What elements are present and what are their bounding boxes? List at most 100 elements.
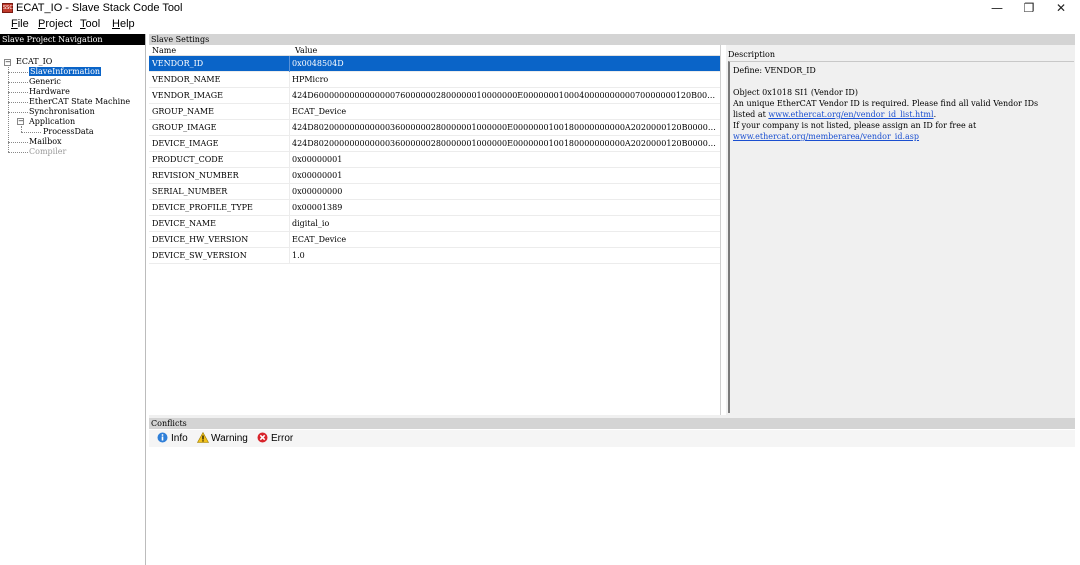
row-name: DEVICE_NAME	[152, 219, 216, 228]
cell-divider	[289, 184, 290, 200]
grid-header: Name Value	[149, 45, 720, 56]
table-row[interactable]: SERIAL_NUMBER 0x00000000	[149, 184, 720, 200]
description-line: listed at www.ethercat.org/en/vendor_id_…	[733, 109, 1071, 120]
row-value[interactable]: 1.0	[292, 248, 717, 264]
tree-root-label: ECAT_IO	[16, 57, 53, 66]
cell-divider	[289, 56, 290, 72]
menu-project[interactable]: Project	[38, 18, 72, 30]
slave-settings-header: Slave Settings	[149, 34, 1075, 45]
menu-file-mnemonic: F	[11, 18, 18, 30]
column-header-value[interactable]: Value	[295, 45, 317, 56]
settings-grid: Name Value VENDOR_ID 0x0048504D VENDOR_NA…	[149, 45, 721, 415]
description-text: .	[933, 110, 937, 119]
table-row[interactable]: GROUP_IMAGE 424D8020000000000003600000028…	[149, 120, 720, 136]
table-row[interactable]: VENDOR_NAME HPMicro	[149, 72, 720, 88]
row-value[interactable]: 0x00000000	[292, 184, 717, 200]
row-value[interactable]: 424D802000000000000360000002800000010000…	[292, 136, 717, 152]
tree-item-mailbox[interactable]: Mailbox	[29, 137, 62, 147]
warning-label: Warning	[211, 433, 248, 444]
table-row[interactable]: DEVICE_PROFILE_TYPE 0x00001389	[149, 200, 720, 216]
description-object: Object 0x1018 SI1 (Vendor ID)	[733, 88, 858, 97]
description-line: www.ethercat.org/memberarea/vendor_id.as…	[733, 131, 1071, 142]
vendor-id-list-link[interactable]: www.ethercat.org/en/vendor_id_list.html	[768, 110, 933, 119]
table-row[interactable]: REVISION_NUMBER 0x00000001	[149, 168, 720, 184]
row-name: VENDOR_NAME	[152, 75, 221, 84]
tree-item-label: Compiler	[29, 147, 67, 156]
collapse-icon[interactable]: −	[17, 118, 24, 125]
tree-item-hardware[interactable]: Hardware	[29, 87, 70, 97]
row-name: VENDOR_ID	[152, 59, 204, 68]
info-icon	[157, 432, 168, 443]
cell-divider	[289, 136, 290, 152]
row-name: REVISION_NUMBER	[152, 171, 239, 180]
table-row[interactable]: PRODUCT_CODE 0x00000001	[149, 152, 720, 168]
tree-root-ecat-io[interactable]: ECAT_IO	[16, 57, 52, 67]
menu-help[interactable]: Help	[112, 18, 135, 30]
tree-item-generic[interactable]: Generic	[29, 77, 61, 87]
tree-connector	[8, 82, 28, 83]
menu-project-label: roject	[45, 18, 73, 30]
tree-item-label: Synchronisation	[29, 107, 95, 116]
tree-item-application[interactable]: Application	[29, 117, 75, 127]
tree-item-processdata[interactable]: ProcessData	[43, 127, 94, 137]
app-icon: SSC	[2, 3, 13, 13]
tree-item-synchronisation[interactable]: Synchronisation	[29, 107, 95, 117]
cell-divider	[289, 168, 290, 184]
close-button[interactable]: ✕	[1044, 0, 1078, 17]
row-name: DEVICE_HW_VERSION	[152, 235, 249, 244]
row-value[interactable]: ECAT_Device	[292, 232, 717, 248]
row-value[interactable]: 424D600000000000000076000000280000001000…	[292, 88, 717, 104]
cell-divider	[289, 232, 290, 248]
grid-rows: VENDOR_ID 0x0048504D VENDOR_NAME HPMicro V…	[149, 56, 720, 264]
table-row[interactable]: DEVICE_HW_VERSION ECAT_Device	[149, 232, 720, 248]
table-row[interactable]: DEVICE_SW_VERSION 1.0	[149, 248, 720, 264]
table-row[interactable]: DEVICE_NAME digital_io	[149, 216, 720, 232]
menu-file[interactable]: File	[11, 18, 29, 30]
row-name: SERIAL_NUMBER	[152, 187, 228, 196]
row-value[interactable]: HPMicro	[292, 72, 717, 88]
tree-item-label: Application	[29, 117, 76, 126]
menu-bar: File Project Tool Help	[0, 17, 1080, 33]
table-row[interactable]: VENDOR_IMAGE 424D600000000000000076000000…	[149, 88, 720, 104]
tree-item-ethercat-state-machine[interactable]: EtherCAT State Machine	[29, 97, 130, 107]
collapse-icon[interactable]: −	[4, 59, 11, 66]
conflicts-list[interactable]	[149, 447, 1075, 565]
tree-connector	[8, 67, 9, 152]
tree-item-compiler[interactable]: Compiler	[29, 147, 66, 157]
tree-item-label: Hardware	[29, 87, 70, 96]
error-filter-button[interactable]: Error	[257, 432, 293, 445]
tree-connector	[8, 112, 28, 113]
minimize-button[interactable]: —	[980, 0, 1014, 17]
row-value[interactable]: 0x0048504D	[292, 56, 717, 72]
table-row[interactable]: DEVICE_IMAGE 424D802000000000000360000002…	[149, 136, 720, 152]
row-name: GROUP_IMAGE	[152, 123, 217, 132]
table-row[interactable]: VENDOR_ID 0x0048504D	[149, 56, 720, 72]
info-filter-button[interactable]: Info	[157, 432, 188, 445]
row-value[interactable]: 0x00001389	[292, 200, 717, 216]
vendor-id-register-link[interactable]: www.ethercat.org/memberarea/vendor_id.as…	[733, 132, 919, 141]
row-value[interactable]: 0x00000001	[292, 152, 717, 168]
maximize-button[interactable]: ❐	[1012, 0, 1046, 17]
menu-tool[interactable]: Tool	[80, 18, 100, 30]
row-value[interactable]: ECAT_Device	[292, 104, 717, 120]
menu-help-label: elp	[119, 18, 135, 30]
column-header-name[interactable]: Name	[152, 45, 176, 56]
row-value[interactable]: 0x00000001	[292, 168, 717, 184]
error-label: Error	[271, 433, 294, 444]
row-value[interactable]: 424D802000000000000360000002800000010000…	[292, 120, 717, 136]
table-row[interactable]: GROUP_NAME ECAT_Device	[149, 104, 720, 120]
tree-item-slaveinformation[interactable]: SlaveInformation	[29, 67, 102, 77]
tree-item-label: EtherCAT State Machine	[29, 97, 131, 106]
description-text-box[interactable]: Define: VENDOR_ID Object 0x1018 SI1 (Ven…	[728, 61, 1074, 413]
cell-divider	[289, 216, 290, 232]
tree-item-label: ProcessData	[43, 127, 94, 136]
nav-header: Slave Project Navigation	[0, 34, 145, 45]
cell-divider	[289, 120, 290, 136]
description-text: listed at	[733, 110, 769, 119]
menu-file-label: ile	[17, 18, 29, 30]
window-title: ECAT_IO - Slave Stack Code Tool	[16, 2, 183, 14]
tree-connector	[8, 92, 28, 93]
warning-filter-button[interactable]: Warning	[196, 431, 248, 445]
row-value[interactable]: digital_io	[292, 216, 717, 232]
